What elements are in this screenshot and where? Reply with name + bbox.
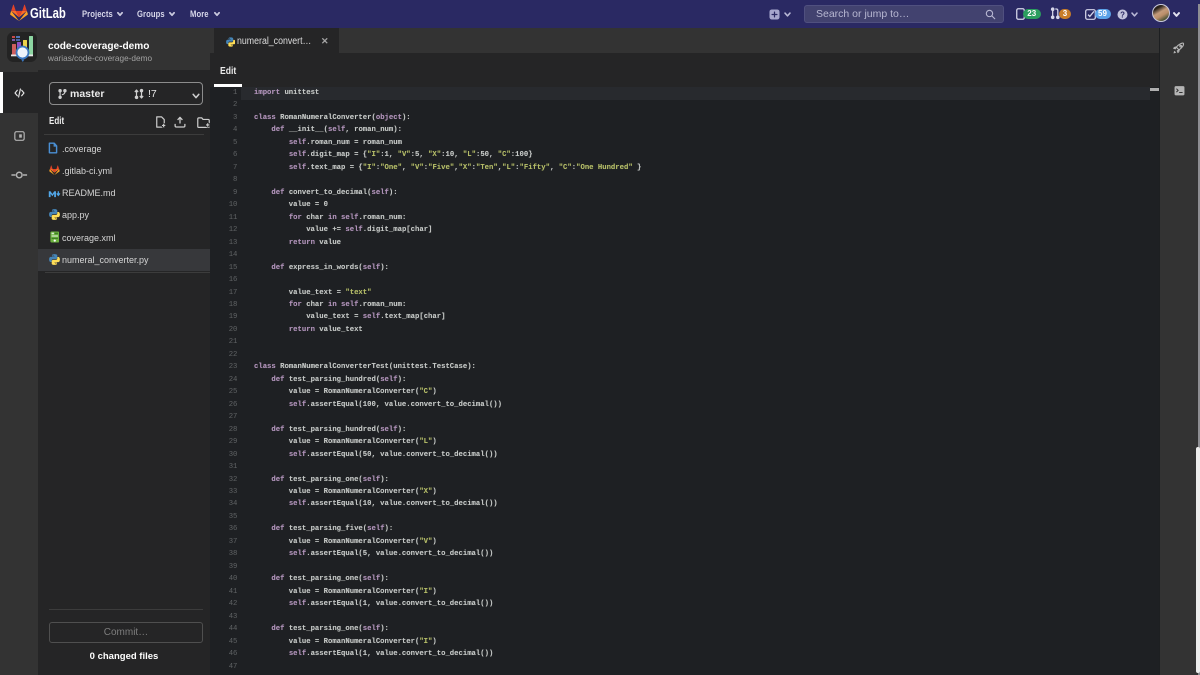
svg-text:?: ?: [1120, 10, 1125, 19]
